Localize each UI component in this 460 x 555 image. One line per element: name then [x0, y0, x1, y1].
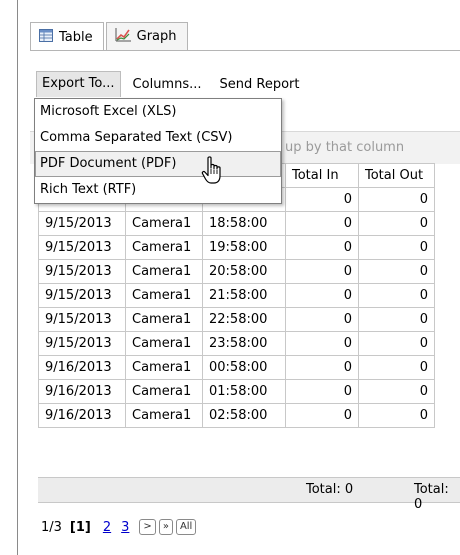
date-cell: 9/15/2013	[38, 211, 126, 236]
date-cell: 9/15/2013	[38, 331, 126, 356]
time-cell: 23:58:00	[202, 331, 286, 356]
total-in-cell: 0	[285, 235, 359, 260]
total-out-cell: 0	[358, 235, 435, 260]
menu-item-export-xls[interactable]: Microsoft Excel (XLS)	[35, 99, 281, 125]
camera-cell: Camera1	[125, 307, 203, 332]
total-in-cell: 0	[285, 379, 359, 404]
date-cell: 9/15/2013	[38, 235, 126, 260]
page-summary: 1/3	[41, 519, 62, 535]
time-cell: 21:58:00	[202, 283, 286, 308]
table-icon	[39, 28, 53, 46]
columns-button[interactable]: Columns...	[127, 72, 208, 97]
camera-cell: Camera1	[125, 355, 203, 380]
date-cell: 9/15/2013	[38, 307, 126, 332]
menu-item-export-rtf[interactable]: Rich Text (RTF)	[35, 177, 281, 203]
report-toolbar: Export To... Columns... Send Report	[36, 70, 311, 98]
total-out-cell: 0	[358, 259, 435, 284]
page-link-3[interactable]: 3	[121, 520, 129, 535]
total-in-summary: Total: 0	[306, 482, 354, 497]
date-cell: 9/15/2013	[38, 283, 126, 308]
column-header-total-out[interactable]: Total Out	[358, 163, 435, 188]
total-out-cell: 0	[358, 355, 435, 380]
camera-cell: Camera1	[125, 259, 203, 284]
export-to-button[interactable]: Export To...	[36, 71, 121, 97]
total-in-cell: 0	[285, 187, 359, 212]
time-cell: 22:58:00	[202, 307, 286, 332]
report-panel: Table Graph Export To... Columns... Send…	[17, 0, 460, 555]
send-report-button[interactable]: Send Report	[214, 72, 306, 97]
camera-cell: Camera1	[125, 331, 203, 356]
view-tabs: Table Graph	[30, 22, 190, 51]
menu-item-export-pdf[interactable]: PDF Document (PDF)	[35, 151, 281, 177]
table-row[interactable]: 9/16/2013 Camera1 01:58:00 0 0	[38, 379, 435, 404]
tab-graph-label: Graph	[136, 29, 177, 44]
date-cell: 9/16/2013	[38, 379, 126, 404]
total-out-summary: Total: 0	[414, 482, 449, 512]
current-page: [1]	[69, 519, 91, 535]
tab-table-label: Table	[59, 29, 93, 45]
column-header-total-in[interactable]: Total In	[285, 163, 359, 188]
camera-cell: Camera1	[125, 379, 203, 404]
table-row[interactable]: 9/15/2013 Camera1 20:58:00 0 0	[38, 259, 435, 284]
table-row[interactable]: 9/15/2013 Camera1 21:58:00 0 0	[38, 283, 435, 308]
last-page-button[interactable]: »	[158, 519, 173, 535]
time-cell: 01:58:00	[202, 379, 286, 404]
camera-cell: Camera1	[125, 211, 203, 236]
time-cell: 18:58:00	[202, 211, 286, 236]
table-row[interactable]: 9/16/2013 Camera1 02:58:00 0 0	[38, 403, 435, 428]
show-all-button[interactable]: All	[175, 519, 197, 535]
camera-cell: Camera1	[125, 283, 203, 308]
table-row[interactable]: 9/15/2013 Camera1 22:58:00 0 0	[38, 307, 435, 332]
page-link-2[interactable]: 2	[103, 520, 111, 535]
camera-cell: Camera1	[125, 235, 203, 260]
time-cell: 00:58:00	[202, 355, 286, 380]
hand-pointer-cursor-icon	[201, 156, 225, 190]
graph-icon	[115, 27, 131, 46]
date-cell: 9/16/2013	[38, 355, 126, 380]
totals-row: Total: 0 Total: 0	[38, 477, 460, 512]
date-cell: 9/15/2013	[38, 259, 126, 284]
total-out-cell: 0	[358, 211, 435, 236]
total-in-cell: 0	[285, 211, 359, 236]
total-out-cell: 0	[358, 187, 435, 212]
time-cell: 19:58:00	[202, 235, 286, 260]
total-out-cell: 0	[358, 283, 435, 308]
total-in-cell: 0	[285, 403, 359, 428]
table-row[interactable]: 9/15/2013 Camera1 19:58:00 0 0	[38, 235, 435, 260]
pagination: 1/3 [1] 2 3 > » All	[41, 519, 199, 535]
date-cell: 9/16/2013	[38, 403, 126, 428]
table-row[interactable]: 9/15/2013 Camera1 23:58:00 0 0	[38, 331, 435, 356]
total-in-cell: 0	[285, 331, 359, 356]
group-by-hint: up by that column	[285, 140, 405, 155]
table-row[interactable]: 9/16/2013 Camera1 00:58:00 0 0	[38, 355, 435, 380]
total-out-cell: 0	[358, 331, 435, 356]
time-cell: 20:58:00	[202, 259, 286, 284]
total-in-cell: 0	[285, 307, 359, 332]
total-in-cell: 0	[285, 283, 359, 308]
time-cell: 02:58:00	[202, 403, 286, 428]
total-in-cell: 0	[285, 259, 359, 284]
table-row[interactable]: 9/15/2013 Camera1 18:58:00 0 0	[38, 211, 435, 236]
next-page-button[interactable]: >	[139, 519, 156, 535]
export-dropdown-menu: Microsoft Excel (XLS) Comma Separated Te…	[34, 98, 282, 204]
menu-item-export-csv[interactable]: Comma Separated Text (CSV)	[35, 125, 281, 151]
tab-divider	[30, 50, 460, 51]
total-out-cell: 0	[358, 379, 435, 404]
total-out-cell: 0	[358, 307, 435, 332]
camera-cell: Camera1	[125, 403, 203, 428]
total-out-cell: 0	[358, 403, 435, 428]
total-in-cell: 0	[285, 355, 359, 380]
tab-table[interactable]: Table	[30, 22, 104, 51]
tab-graph[interactable]: Graph	[105, 22, 188, 50]
